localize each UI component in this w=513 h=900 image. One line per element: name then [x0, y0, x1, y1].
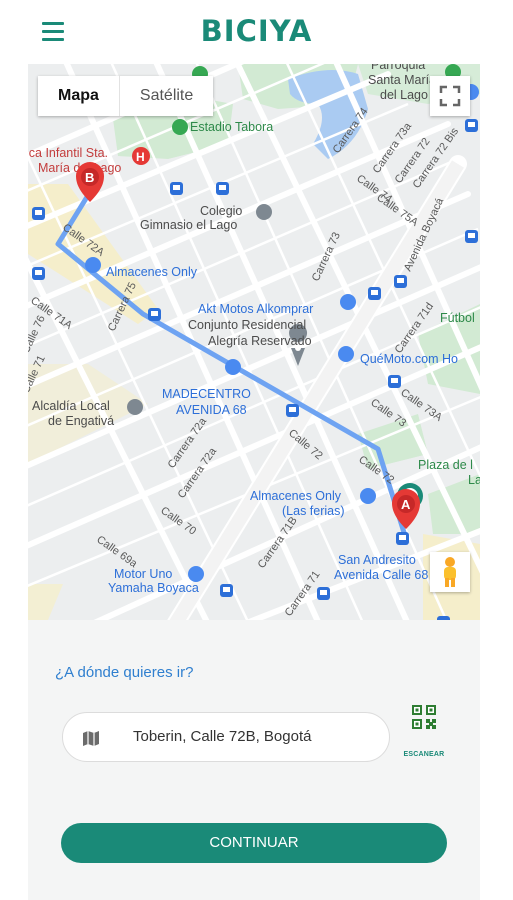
map-label-akt: Akt Motos Alkomprar [198, 302, 313, 316]
map-label-hospital: ica Infantil Sta. [28, 146, 108, 160]
map-label-almacenes-ferias: Almacenes Only [250, 489, 342, 503]
map-label-sanandresito: San Andresito [338, 553, 416, 567]
svg-text:B: B [85, 170, 94, 185]
map-label-madecentro2: AVENIDA 68 [176, 403, 247, 417]
qr-code-icon [412, 705, 436, 729]
map-label-parroquia: Parroquia [371, 64, 425, 72]
fullscreen-button[interactable] [430, 76, 470, 116]
map-label-alcaldia2: de Engativá [48, 414, 114, 428]
map-label-futbol: Fútbol [440, 311, 475, 325]
pegman-icon [444, 557, 456, 587]
map-icon [83, 731, 99, 746]
map-type-satellite-button[interactable]: Satélite [118, 76, 213, 116]
map-label-motouno: Motor Uno [114, 567, 172, 581]
continue-button[interactable]: CONTINUAR [61, 823, 447, 863]
map-label-alcaldia: Alcaldía Local [32, 399, 110, 413]
map-canvas[interactable]: H ica Infantil Sta. María del Lago Estad… [28, 64, 480, 620]
route-map[interactable]: H ica Infantil Sta. María del Lago Estad… [28, 64, 480, 620]
scan-qr-button[interactable]: ESCANEAR [399, 705, 449, 765]
destination-input[interactable]: Toberin, Calle 72B, Bogotá [62, 712, 390, 762]
app-header: BICIYA [0, 0, 513, 64]
map-label-quemoto: QuéMoto.com Ho [360, 352, 458, 366]
svg-text:A: A [401, 497, 411, 512]
map-label-almacenes-only: Almacenes Only [106, 265, 198, 279]
map-label-conjunto: Conjunto Residencial [188, 318, 306, 332]
map-label-motouno2: Yamaha Boyaca [108, 581, 199, 595]
map-label-colegio2: Gimnasio el Lago [140, 218, 237, 232]
scan-label: ESCANEAR [403, 751, 445, 758]
map-label-alegria: Alegría Reservado [208, 334, 312, 348]
street-view-pegman-button[interactable] [430, 552, 470, 592]
map-type-control: Mapa Satélite [38, 76, 214, 116]
destination-value: Toberin, Calle 72B, Bogotá [133, 728, 312, 745]
destination-question: ¿A dónde quieres ir? [55, 664, 194, 681]
map-label-sanandresito2: Avenida Calle 68 [334, 568, 428, 582]
fullscreen-icon [439, 85, 461, 107]
map-label-colegio: Colegio [200, 204, 242, 218]
map-type-map-button[interactable]: Mapa [38, 76, 119, 116]
map-label-plaza: Plaza de l [418, 458, 473, 472]
map-label-estadio: Estadio Tabora [190, 120, 273, 134]
map-label-plaza2: La [468, 473, 480, 487]
app-logo: BICIYA [200, 14, 313, 48]
map-label-madecentro: MADECENTRO [162, 387, 251, 401]
map-label-parroquia3: del Lago [380, 88, 428, 102]
map-label-parroquia2: Santa María [368, 73, 436, 87]
svg-text:H: H [136, 150, 145, 164]
